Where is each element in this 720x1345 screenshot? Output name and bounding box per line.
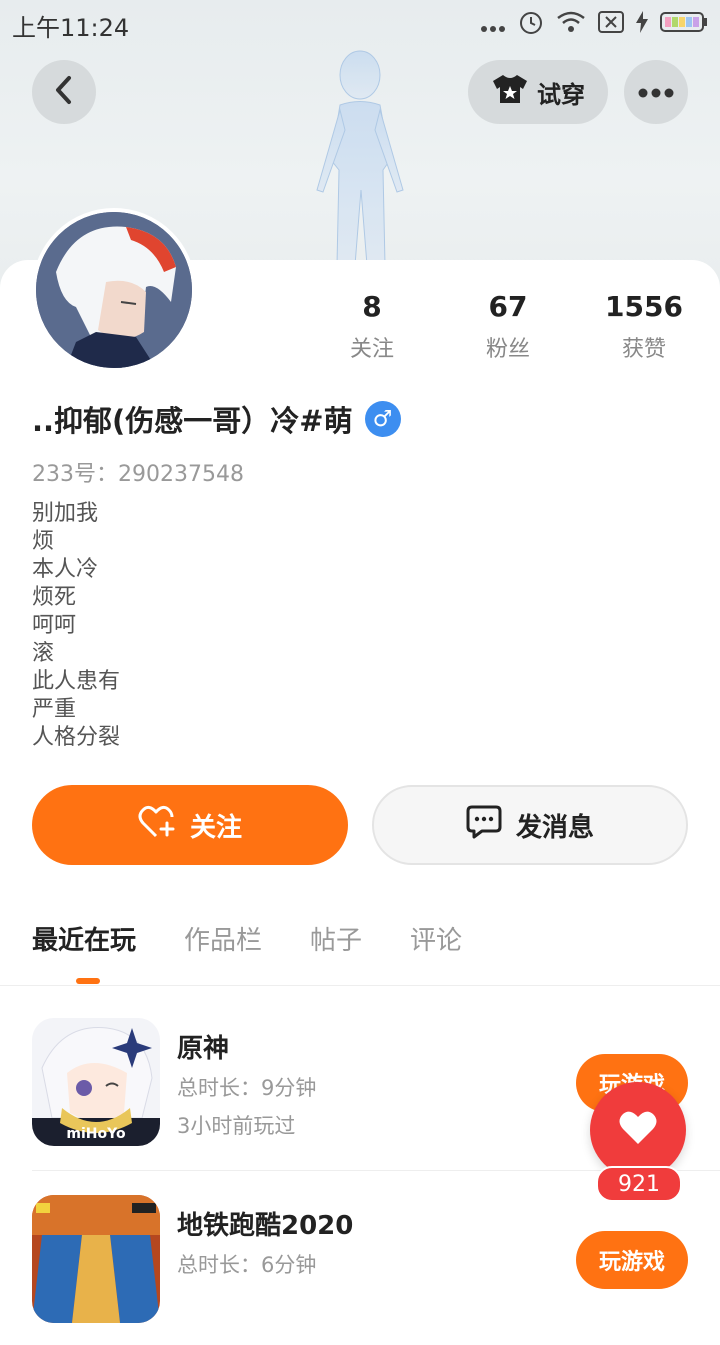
tshirt-icon	[491, 73, 529, 111]
active-tab-indicator	[76, 978, 100, 984]
try-on-label: 试穿	[537, 80, 585, 109]
chevron-left-icon	[53, 75, 75, 109]
more-dots-icon	[480, 11, 506, 39]
heart-plus-icon	[138, 805, 176, 846]
stat-likes[interactable]: 1556 获赞	[574, 290, 714, 363]
send-message-button[interactable]: 发消息	[372, 785, 688, 865]
status-bar: 上午11:24	[0, 0, 720, 50]
tab-recently-played[interactable]: 最近在玩	[32, 920, 136, 957]
game-total-time: 总时长：9分钟	[177, 1076, 317, 1100]
stat-followers[interactable]: 67 粉丝	[438, 290, 578, 363]
stat-following-value: 8	[362, 290, 382, 323]
stat-following-label: 关注	[349, 337, 394, 362]
bio-line: 本人冷	[32, 557, 99, 582]
avatar-3d-figure	[316, 50, 404, 266]
avatar[interactable]	[32, 208, 196, 372]
tab-works[interactable]: 作品栏	[184, 920, 262, 957]
alarm-icon	[518, 9, 544, 41]
status-icons	[480, 9, 708, 41]
more-options-button[interactable]	[624, 60, 688, 124]
bio-line: 烦	[32, 529, 55, 554]
tab-posts[interactable]: 帖子	[310, 920, 362, 957]
play-game-button[interactable]: 玩游戏	[576, 1231, 688, 1289]
game-icon-genshin: miHoYo	[32, 1018, 160, 1146]
sim-card-icon	[598, 11, 624, 39]
stat-likes-label: 获赞	[621, 337, 666, 362]
tabs-divider	[0, 985, 720, 986]
game-total-time: 总时长：6分钟	[177, 1253, 317, 1277]
username-row: ..抑郁(伤感一哥）冷#萌 ♂	[32, 398, 401, 440]
try-on-button[interactable]: 试穿	[468, 60, 608, 124]
floating-like-button[interactable]	[590, 1082, 686, 1178]
game-name: 原神	[177, 1034, 230, 1064]
stat-followers-label: 粉丝	[485, 337, 530, 362]
stat-following[interactable]: 8 关注	[302, 290, 442, 363]
wifi-icon	[556, 10, 586, 40]
follow-label: 关注	[189, 812, 242, 843]
user-id: 233号：290237548	[32, 462, 244, 487]
chat-bubble-icon	[466, 805, 502, 846]
stat-followers-value: 67	[488, 290, 528, 323]
like-count-badge: 921	[596, 1166, 682, 1202]
bio-line: 此人患有	[32, 669, 121, 694]
status-time: 上午11:24	[12, 13, 130, 42]
bio-line: 人格分裂	[32, 725, 121, 750]
male-gender-icon: ♂	[364, 401, 401, 437]
game-icon-caption: miHoYo	[66, 1126, 126, 1142]
bio-line: 呵呵	[32, 613, 77, 638]
profile-tabs: 最近在玩 作品栏 帖子 评论	[32, 920, 462, 957]
game-name: 地铁跑酷2020	[177, 1211, 354, 1241]
back-button[interactable]	[32, 60, 96, 124]
bio-line: 滚	[32, 641, 55, 666]
charging-icon	[636, 11, 648, 39]
username: ..抑郁(伤感一哥）冷#萌	[32, 404, 353, 438]
follow-button[interactable]: 关注	[32, 785, 348, 865]
game-last-played: 3小时前玩过	[177, 1114, 296, 1138]
game-icon-subway-surfers	[32, 1195, 160, 1323]
send-message-label: 发消息	[515, 812, 594, 843]
bio-line: 别加我	[32, 501, 99, 526]
stat-likes-value: 1556	[605, 290, 683, 323]
heart-icon	[618, 1110, 658, 1150]
bio-line: 烦死	[32, 585, 77, 610]
bio: 别加我 烦 本人冷 烦死 呵呵 滚 此人患有 严重 人格分裂	[32, 500, 120, 752]
battery-icon	[660, 11, 708, 39]
bio-line: 严重	[32, 697, 77, 722]
game-list-item[interactable]: 地铁跑酷2020 总时长：6分钟 玩游戏	[32, 1195, 720, 1345]
tab-comments[interactable]: 评论	[410, 920, 462, 957]
more-horizontal-icon	[638, 83, 674, 102]
